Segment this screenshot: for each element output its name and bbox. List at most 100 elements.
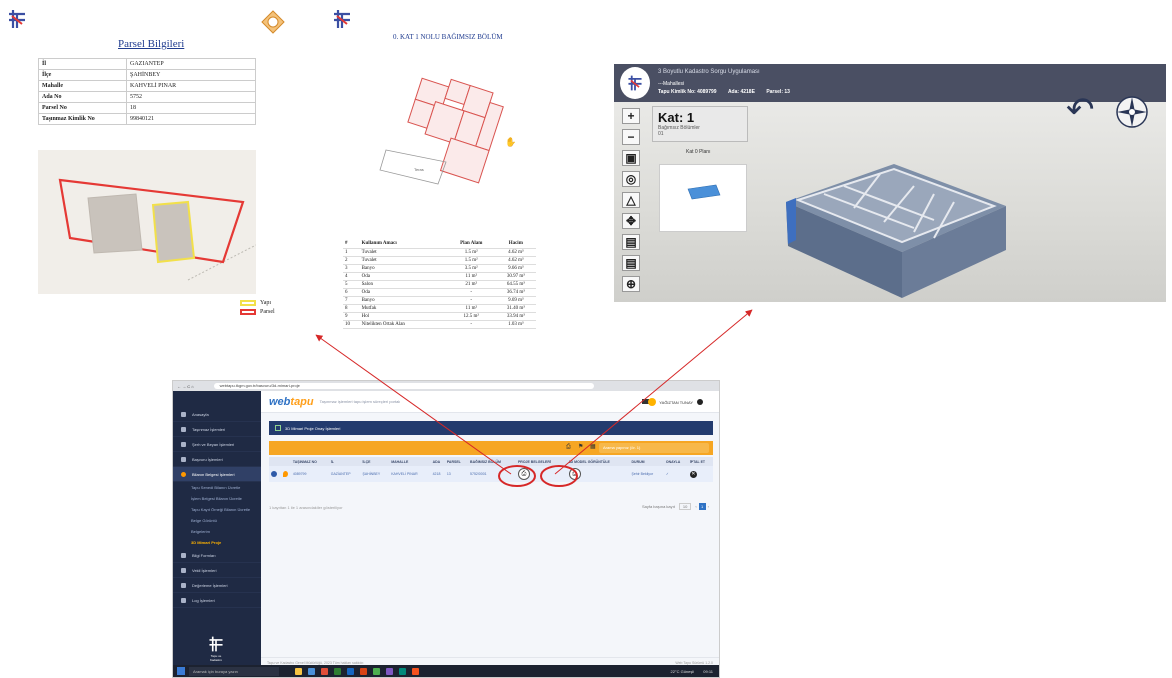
user-menu[interactable]: YAĞIZTAN TUNAY (648, 398, 703, 406)
address-bar[interactable]: webtapu.tkgm.gov.tr/basvuru/3d-mimari-pr… (213, 383, 594, 389)
3d-viewer[interactable]: 3 Boyutlu Kadastro Sorgu Uygulaması ---M… (614, 64, 1166, 302)
table-cell: 1.5 m² (446, 256, 496, 265)
home-icon (181, 411, 186, 417)
brand-logo[interactable]: webtapu (269, 396, 314, 408)
page-size-select[interactable]: 10 (678, 503, 692, 510)
sidebar-top (173, 391, 261, 407)
compass-icon[interactable] (1114, 94, 1150, 130)
tkgm-logo (331, 8, 353, 30)
sidebar-subitem[interactable]: Tapu Kayıt Örneği Bilanın Ücretle (173, 504, 261, 515)
sidebar-item-anasayfa[interactable]: Anasayfa (173, 407, 261, 422)
sidebar-subitem-3d-proje[interactable]: 3D Mimari Proje (173, 537, 261, 548)
word-icon[interactable] (347, 667, 354, 675)
table-cell: 1.03 m³ (495, 320, 536, 329)
app-icon[interactable] (399, 667, 406, 675)
sidebar-item-vekil[interactable]: Vekil İşlemleri (173, 563, 261, 578)
cancel-icon[interactable]: ✕ (689, 470, 697, 478)
sidebar-item-bilgi[interactable]: Bilgi Formları (173, 548, 261, 563)
table-cell: 64.55 m³ (495, 280, 536, 289)
sidebar-subitem[interactable]: Belgelerim (173, 526, 261, 537)
log-icon (181, 597, 186, 603)
zoom-in-button[interactable]: + (622, 108, 640, 124)
system-tray: 22°C Güneşli 09:11 (671, 669, 713, 674)
cell-bagimsiz-bolum: 5752/0001 (468, 466, 516, 482)
location-pin-icon[interactable] (282, 470, 288, 477)
table-cell: 12.5 m² (446, 312, 496, 321)
explorer-icon[interactable] (295, 667, 302, 675)
sidebar-item-degerleme[interactable]: Değerleme İşlemleri (173, 578, 261, 593)
report-button[interactable]: ▤ (622, 255, 640, 271)
table-cell: Tuvalet (359, 256, 447, 265)
chrome-icon[interactable] (373, 667, 380, 675)
terrain-button[interactable]: △ (622, 192, 640, 208)
app-icon[interactable] (386, 667, 393, 675)
rotate-button[interactable]: ◎ (622, 171, 640, 187)
cell-onayla[interactable]: ✓ (663, 466, 688, 482)
edge-icon[interactable] (308, 667, 315, 675)
taskbar-search[interactable]: Aramak için buraya yazın (189, 666, 279, 676)
prev-page-icon[interactable]: ‹ (695, 504, 696, 509)
main-content: webtapu Taşınmaz işlemleri tapu işlem sü… (261, 391, 719, 667)
sidebar-item-serh[interactable]: Şerh ve Beyan İşlemleri (173, 437, 261, 452)
table-row: Ada No 5752 (38, 91, 256, 103)
sidebar-item-tasinmaz[interactable]: Taşınmaz İşlemleri (173, 422, 261, 437)
weather-text[interactable]: 22°C Güneşli (671, 669, 695, 674)
table-row[interactable]: 4089799 GAZİANTEP ŞAHİNBEY KAHVELİ PINAR… (269, 466, 713, 482)
sidebar-item-belge[interactable]: Bilanın Belgesi İşlemleri (173, 467, 261, 482)
table-cell: 4 (343, 272, 360, 281)
table-row: 5 Salon 21 m² 64.55 m³ (343, 280, 536, 289)
page-number[interactable]: 1 (698, 503, 706, 510)
back-arrow-icon[interactable]: ↶ (1066, 90, 1095, 130)
pencil-icon (181, 456, 186, 462)
row-location[interactable] (280, 466, 291, 482)
3d-model-button[interactable]: ⎙ (568, 468, 581, 480)
sidebar-subitem[interactable]: Belge Görüntü (173, 515, 261, 526)
nav-icons[interactable]: ← → C ⌂ (177, 384, 194, 389)
floor-plan-label: Kat 0 Planı (686, 149, 711, 155)
row-select[interactable] (269, 466, 281, 482)
sidebar-item-label: Log İşlemleri (192, 597, 215, 603)
table-cell: Banyo (359, 264, 447, 273)
sidebar-item-label: Başvuru İşlemleri (192, 456, 223, 462)
sidebar-subitem[interactable]: İşlem Belgesi Bilanın Ücretle (173, 493, 261, 504)
expand-icon[interactable] (271, 470, 277, 477)
pan-button[interactable]: ✥ (622, 213, 640, 229)
table-cell: Salon (359, 280, 447, 289)
grid-icon[interactable]: ▦ (590, 444, 597, 451)
meta-label: Ada: (727, 89, 740, 95)
globe-button[interactable]: ⊕ (622, 276, 640, 292)
sidebar-subitem[interactable]: Tapu Senedi Bilanın Ücretle (173, 482, 261, 493)
power-icon[interactable] (697, 399, 703, 405)
row-key: Ada No (38, 91, 127, 103)
search-input[interactable]: Arama yapınız (ör. 1) (599, 443, 709, 453)
proje-belgeleri-button[interactable]: ⎙ (517, 468, 530, 480)
sidebar-item-basvuru[interactable]: Başvuru İşlemleri (173, 452, 261, 467)
document-button[interactable]: ▤ (622, 234, 640, 250)
powerpoint-icon[interactable] (360, 667, 367, 675)
app-icon[interactable] (321, 667, 328, 675)
table-cell: 4.62 m³ (495, 248, 536, 257)
sidebar-item-label: Şerh ve Beyan İşlemleri (192, 441, 235, 447)
clock[interactable]: 09:11 (703, 669, 713, 674)
sidebar-item-label: Değerleme İşlemleri (192, 582, 228, 588)
legend-item: Yapı (240, 300, 275, 306)
sidebar-item-label: Vekil İşlemleri (192, 567, 217, 573)
excel-icon[interactable] (334, 667, 341, 675)
column-header: İL (328, 457, 361, 466)
table-cell: 11 m² (446, 272, 496, 281)
building-3d-model[interactable] (784, 142, 1014, 302)
print-icon[interactable]: ⎙ (566, 444, 573, 451)
row-key: İlçe (38, 69, 127, 81)
bolum-title: 0. KAT 1 NOLU BAĞIMSIZ BÖLÜM (393, 33, 503, 41)
chart-icon (181, 582, 186, 588)
column-header: ONAYLA (663, 457, 688, 466)
zoom-out-button[interactable]: − (622, 129, 640, 145)
windows-start-icon[interactable] (177, 667, 185, 675)
filter-icon[interactable]: ⚑ (578, 444, 585, 451)
next-page-icon[interactable]: › (708, 504, 709, 509)
app-icon[interactable] (412, 667, 419, 675)
table-cell: 9.66 m³ (495, 264, 536, 273)
floor-plan-minimap[interactable] (659, 164, 747, 232)
floors-button[interactable]: ▣ (622, 150, 640, 166)
sidebar-item-log[interactable]: Log İşlemleri (173, 593, 261, 608)
